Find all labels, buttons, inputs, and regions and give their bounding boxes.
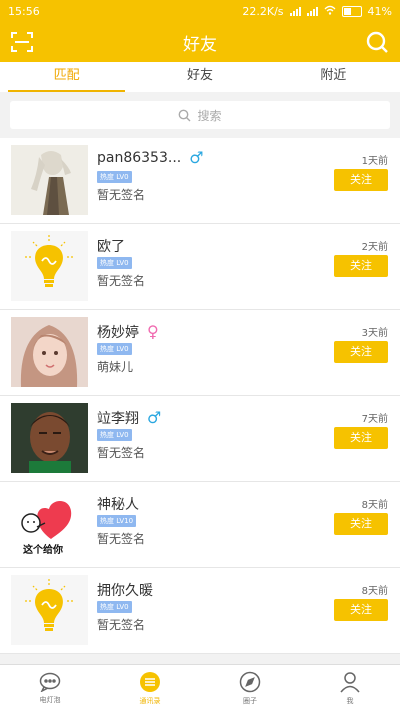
search-magnifier-icon xyxy=(179,109,191,121)
compass-icon xyxy=(239,671,261,692)
contacts-icon xyxy=(140,671,160,692)
nav-label: 我 xyxy=(346,696,354,705)
battery-percent: 41% xyxy=(367,4,392,18)
level-badge: 热度 LV0 xyxy=(97,257,132,269)
female-icon: ♀ xyxy=(147,322,159,341)
last-active-time: 8天前 xyxy=(361,586,388,597)
nav-item-circle[interactable]: 圈子 xyxy=(200,665,300,711)
app-header: 好友 xyxy=(0,22,400,62)
last-active-time: 3天前 xyxy=(361,328,388,339)
page-title: 好友 xyxy=(183,34,217,55)
follow-button[interactable]: 关注 xyxy=(334,255,388,277)
user-signature: 暂无签名 xyxy=(97,188,146,202)
list-item[interactable]: 竝李翔 ♂ 热度 LV0 暂无签名 7天前 关注 xyxy=(0,396,400,482)
follow-button[interactable]: 关注 xyxy=(334,427,388,449)
level-badge: 热度 LV0 xyxy=(97,429,132,441)
last-active-time: 7天前 xyxy=(361,414,388,425)
list-item[interactable]: 杨妙婷 ♀ 热度 LV0 萌妹儿 3天前 关注 xyxy=(0,310,400,396)
tab-match[interactable]: 匹配 xyxy=(0,62,133,92)
signal-icon-2 xyxy=(306,6,318,16)
list-item[interactable]: 这个给你 神秘人 热度 LV10 暂无签名 8天前 关注 xyxy=(0,482,400,568)
user-name: 竝李翔 xyxy=(97,411,139,427)
user-signature: 暂无签名 xyxy=(97,618,146,632)
avatar-default-bulb[interactable] xyxy=(11,575,88,645)
nav-item-me[interactable]: 我 xyxy=(300,665,400,711)
user-signature: 萌妹儿 xyxy=(97,360,134,374)
user-list: pan86353... ♂ 热度 LV0 暂无签名 1天前 关注 欧了 热度 L… xyxy=(0,138,400,654)
avatar-heart-sticker[interactable]: 这个给你 xyxy=(11,489,88,559)
avatar[interactable] xyxy=(11,145,88,215)
user-name: 神秘人 xyxy=(97,497,139,513)
avatar[interactable] xyxy=(11,403,88,473)
user-signature: 暂无签名 xyxy=(97,532,146,546)
user-name: 拥你久暖 xyxy=(97,583,153,599)
follow-button[interactable]: 关注 xyxy=(334,169,388,191)
user-signature: 暂无签名 xyxy=(97,446,146,460)
user-signature: 暂无签名 xyxy=(97,274,146,288)
male-icon: ♂ xyxy=(189,148,204,167)
nav-label: 电灯泡 xyxy=(39,695,61,704)
list-item[interactable]: pan86353... ♂ 热度 LV0 暂无签名 1天前 关注 xyxy=(0,138,400,224)
follow-button[interactable]: 关注 xyxy=(334,513,388,535)
tab-friends[interactable]: 好友 xyxy=(133,62,266,92)
last-active-time: 2天前 xyxy=(361,242,388,253)
last-active-time: 1天前 xyxy=(361,156,388,167)
user-name: 杨妙婷 xyxy=(97,325,139,341)
tab-bar: 匹配 好友 附近 xyxy=(0,62,400,92)
follow-button[interactable]: 关注 xyxy=(334,599,388,621)
male-icon: ♂ xyxy=(147,408,162,427)
bottom-nav: 电灯泡 通讯录 圈子 我 xyxy=(0,664,400,711)
level-badge: 热度 LV0 xyxy=(97,171,132,183)
nav-label: 通讯录 xyxy=(139,696,161,705)
user-name: 欧了 xyxy=(97,239,125,255)
status-time: 15:56 xyxy=(8,4,40,18)
level-badge: 热度 LV0 xyxy=(97,343,132,355)
avatar-default-bulb[interactable] xyxy=(11,231,88,301)
list-item[interactable]: 拥你久暖 热度 LV0 暂无签名 8天前 关注 xyxy=(0,568,400,654)
nav-item-contacts[interactable]: 通讯录 xyxy=(100,665,200,711)
level-badge: 热度 LV0 xyxy=(97,601,132,613)
nav-item-bulb[interactable]: 电灯泡 xyxy=(0,665,100,711)
follow-button[interactable]: 关注 xyxy=(334,341,388,363)
status-bar: 15:56 22.2K/s 41% xyxy=(0,0,400,22)
scan-icon[interactable] xyxy=(10,30,34,54)
level-badge: 热度 LV10 xyxy=(97,515,137,527)
search-placeholder: 搜索 xyxy=(197,108,222,123)
search-icon[interactable] xyxy=(364,29,390,55)
search-input[interactable]: 搜索 xyxy=(10,101,390,129)
tab-nearby[interactable]: 附近 xyxy=(267,62,400,92)
list-item[interactable]: 欧了 热度 LV0 暂无签名 2天前 关注 xyxy=(0,224,400,310)
last-active-time: 8天前 xyxy=(361,500,388,511)
wifi-icon xyxy=(324,5,336,18)
battery-icon xyxy=(341,5,362,17)
nav-label: 圈子 xyxy=(243,696,257,705)
profile-icon xyxy=(340,671,360,692)
avatar[interactable] xyxy=(11,317,88,387)
user-name: pan86353... xyxy=(97,150,182,166)
network-speed: 22.2K/s xyxy=(242,4,284,18)
chat-bubble-icon xyxy=(39,672,61,692)
signal-icon xyxy=(289,6,301,16)
sticker-text: 这个给你 xyxy=(23,545,63,556)
